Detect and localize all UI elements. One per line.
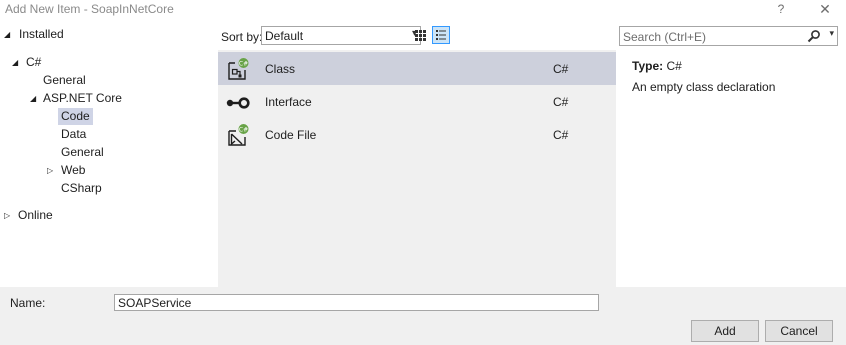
tree-label: Web: [61, 163, 86, 177]
tree-label: Installed: [19, 27, 64, 41]
sort-value: Default: [265, 29, 304, 43]
list-item-interface[interactable]: Interface C#: [218, 85, 616, 118]
search-icon[interactable]: [807, 29, 821, 43]
interface-icon: [226, 97, 250, 109]
tree-label: General: [43, 73, 86, 87]
tree-label: CSharp: [61, 181, 102, 195]
sort-dropdown[interactable]: Default ▾: [261, 26, 421, 45]
sort-toolbar: Sort by: Default ▾: [218, 24, 618, 50]
item-language: C#: [553, 62, 569, 76]
type-value: C#: [666, 59, 682, 73]
list-item-class[interactable]: C# Class C#: [218, 52, 616, 85]
expanded-arrow-icon[interactable]: ◢: [4, 26, 10, 43]
type-key: Type:: [632, 59, 664, 73]
svg-text:C#: C#: [239, 60, 248, 67]
item-name: Code File: [265, 128, 317, 142]
svg-text:C#: C#: [239, 126, 248, 133]
name-field[interactable]: [114, 294, 599, 311]
item-description: An empty class declaration: [632, 80, 776, 94]
sort-label: Sort by:: [221, 30, 263, 44]
item-name: Class: [265, 62, 296, 76]
collapsed-arrow-icon[interactable]: ▷: [47, 162, 53, 179]
tree-label: ASP.NET Core: [43, 91, 122, 105]
tree-label: C#: [26, 55, 42, 69]
footer: Name: Add Cancel: [0, 287, 846, 345]
search-options-dropdown[interactable]: ▾: [829, 28, 834, 39]
expanded-arrow-icon[interactable]: ◢: [30, 90, 36, 107]
collapsed-arrow-icon[interactable]: ▷: [4, 207, 10, 224]
help-button[interactable]: ?: [771, 0, 791, 20]
name-label: Name:: [10, 296, 46, 310]
tree-label: Online: [18, 208, 53, 222]
grid-view-icon: [415, 30, 426, 41]
tree-label: Data: [61, 127, 87, 141]
expanded-arrow-icon[interactable]: ◢: [12, 54, 18, 71]
list-view-button[interactable]: [432, 26, 450, 44]
window-title: Add New Item - SoapInNetCore: [5, 2, 174, 16]
search-box[interactable]: Search (Ctrl+E) ▾: [619, 26, 838, 46]
item-name: Interface: [265, 95, 312, 109]
add-button[interactable]: Add: [691, 320, 759, 342]
list-view-icon: [436, 30, 446, 40]
tree-label: General: [61, 145, 104, 159]
cancel-button[interactable]: Cancel: [765, 320, 833, 342]
item-language: C#: [553, 128, 569, 142]
type-row: Type: C#: [632, 59, 682, 73]
tree-label: Code: [58, 108, 93, 125]
search-input[interactable]: Search (Ctrl+E): [623, 30, 706, 44]
template-tree: ◢ Installed ◢ C# General ◢ ASP.NET Core …: [0, 22, 212, 284]
grid-view-button[interactable]: [411, 26, 429, 44]
list-item-code-file[interactable]: C# Code File C#: [218, 118, 616, 151]
item-language: C#: [553, 95, 569, 109]
code-file-icon: C#: [228, 124, 249, 146]
class-icon: C#: [228, 58, 249, 80]
title-bar: Add New Item - SoapInNetCore ? ✕: [0, 0, 846, 20]
template-list: C# Class C# Interface C# C# Code File C#: [218, 50, 616, 287]
close-button[interactable]: ✕: [815, 0, 835, 20]
